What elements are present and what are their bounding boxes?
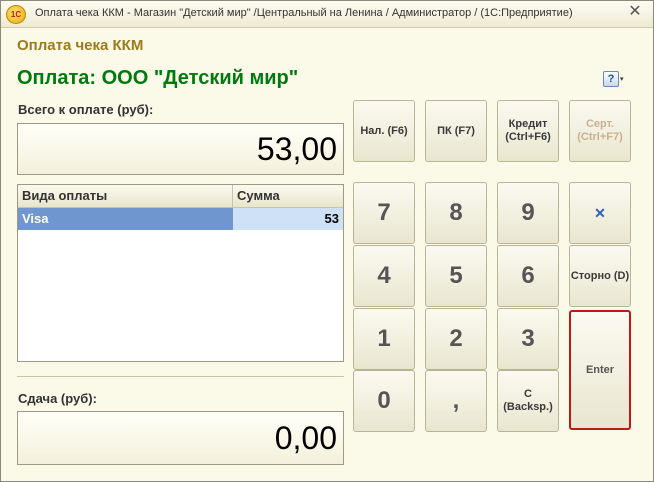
- payments-table: Вида оплаты Сумма Visa 53: [17, 184, 344, 362]
- total-label: Всего к оплате (руб):: [18, 102, 154, 117]
- card-button[interactable]: ПК (F7): [425, 100, 487, 162]
- clear-button[interactable]: ✕: [569, 182, 631, 244]
- column-header-payment-method[interactable]: Вида оплаты: [18, 185, 233, 207]
- digit-5-button[interactable]: 5: [425, 245, 487, 307]
- backspace-button[interactable]: C (Backsp.): [497, 370, 559, 432]
- payment-method-cell[interactable]: Visa: [18, 208, 233, 230]
- digit-4-button[interactable]: 4: [353, 245, 415, 307]
- change-amount-field: 0,00: [17, 411, 344, 465]
- enter-button[interactable]: Enter: [569, 310, 631, 430]
- divider: [17, 376, 344, 377]
- digit-8-button[interactable]: 8: [425, 182, 487, 244]
- storno-button[interactable]: Сторно (D): [569, 245, 631, 307]
- change-label: Сдача (руб):: [18, 391, 97, 406]
- digit-7-button[interactable]: 7: [353, 182, 415, 244]
- digit-0-button[interactable]: 0: [353, 370, 415, 432]
- comma-button[interactable]: ,: [425, 370, 487, 432]
- close-icon: ✕: [594, 204, 606, 221]
- payee-title: Оплата: ООО "Детский мир": [17, 67, 299, 89]
- window-title: Оплата чека ККМ - Магазин "Детский мир" …: [35, 7, 573, 19]
- form-title: Оплата чека ККМ: [17, 37, 144, 54]
- help-icon: ?: [603, 71, 619, 87]
- digit-2-button[interactable]: 2: [425, 308, 487, 370]
- payment-window: 1С Оплата чека ККМ - Магазин "Детский ми…: [0, 0, 654, 482]
- digit-6-button[interactable]: 6: [497, 245, 559, 307]
- credit-button[interactable]: Кредит (Ctrl+F6): [497, 100, 559, 162]
- chevron-down-icon: ▾: [620, 75, 624, 83]
- cash-button[interactable]: Нал. (F6): [353, 100, 415, 162]
- certificate-button[interactable]: Серт. (Ctrl+F7): [569, 100, 631, 162]
- digit-9-button[interactable]: 9: [497, 182, 559, 244]
- payment-sum-cell[interactable]: 53: [233, 208, 343, 230]
- digit-1-button[interactable]: 1: [353, 308, 415, 370]
- digit-3-button[interactable]: 3: [497, 308, 559, 370]
- column-header-sum[interactable]: Сумма: [233, 185, 343, 207]
- close-button[interactable]: ✕: [627, 4, 643, 20]
- table-header: Вида оплаты Сумма: [18, 185, 343, 208]
- title-bar: 1С Оплата чека ККМ - Магазин "Детский ми…: [1, 1, 653, 28]
- total-amount-field: 53,00: [17, 123, 344, 175]
- table-row[interactable]: Visa 53: [18, 208, 343, 230]
- app-logo-icon: 1С: [6, 5, 26, 24]
- help-button[interactable]: ? ▾: [601, 71, 629, 87]
